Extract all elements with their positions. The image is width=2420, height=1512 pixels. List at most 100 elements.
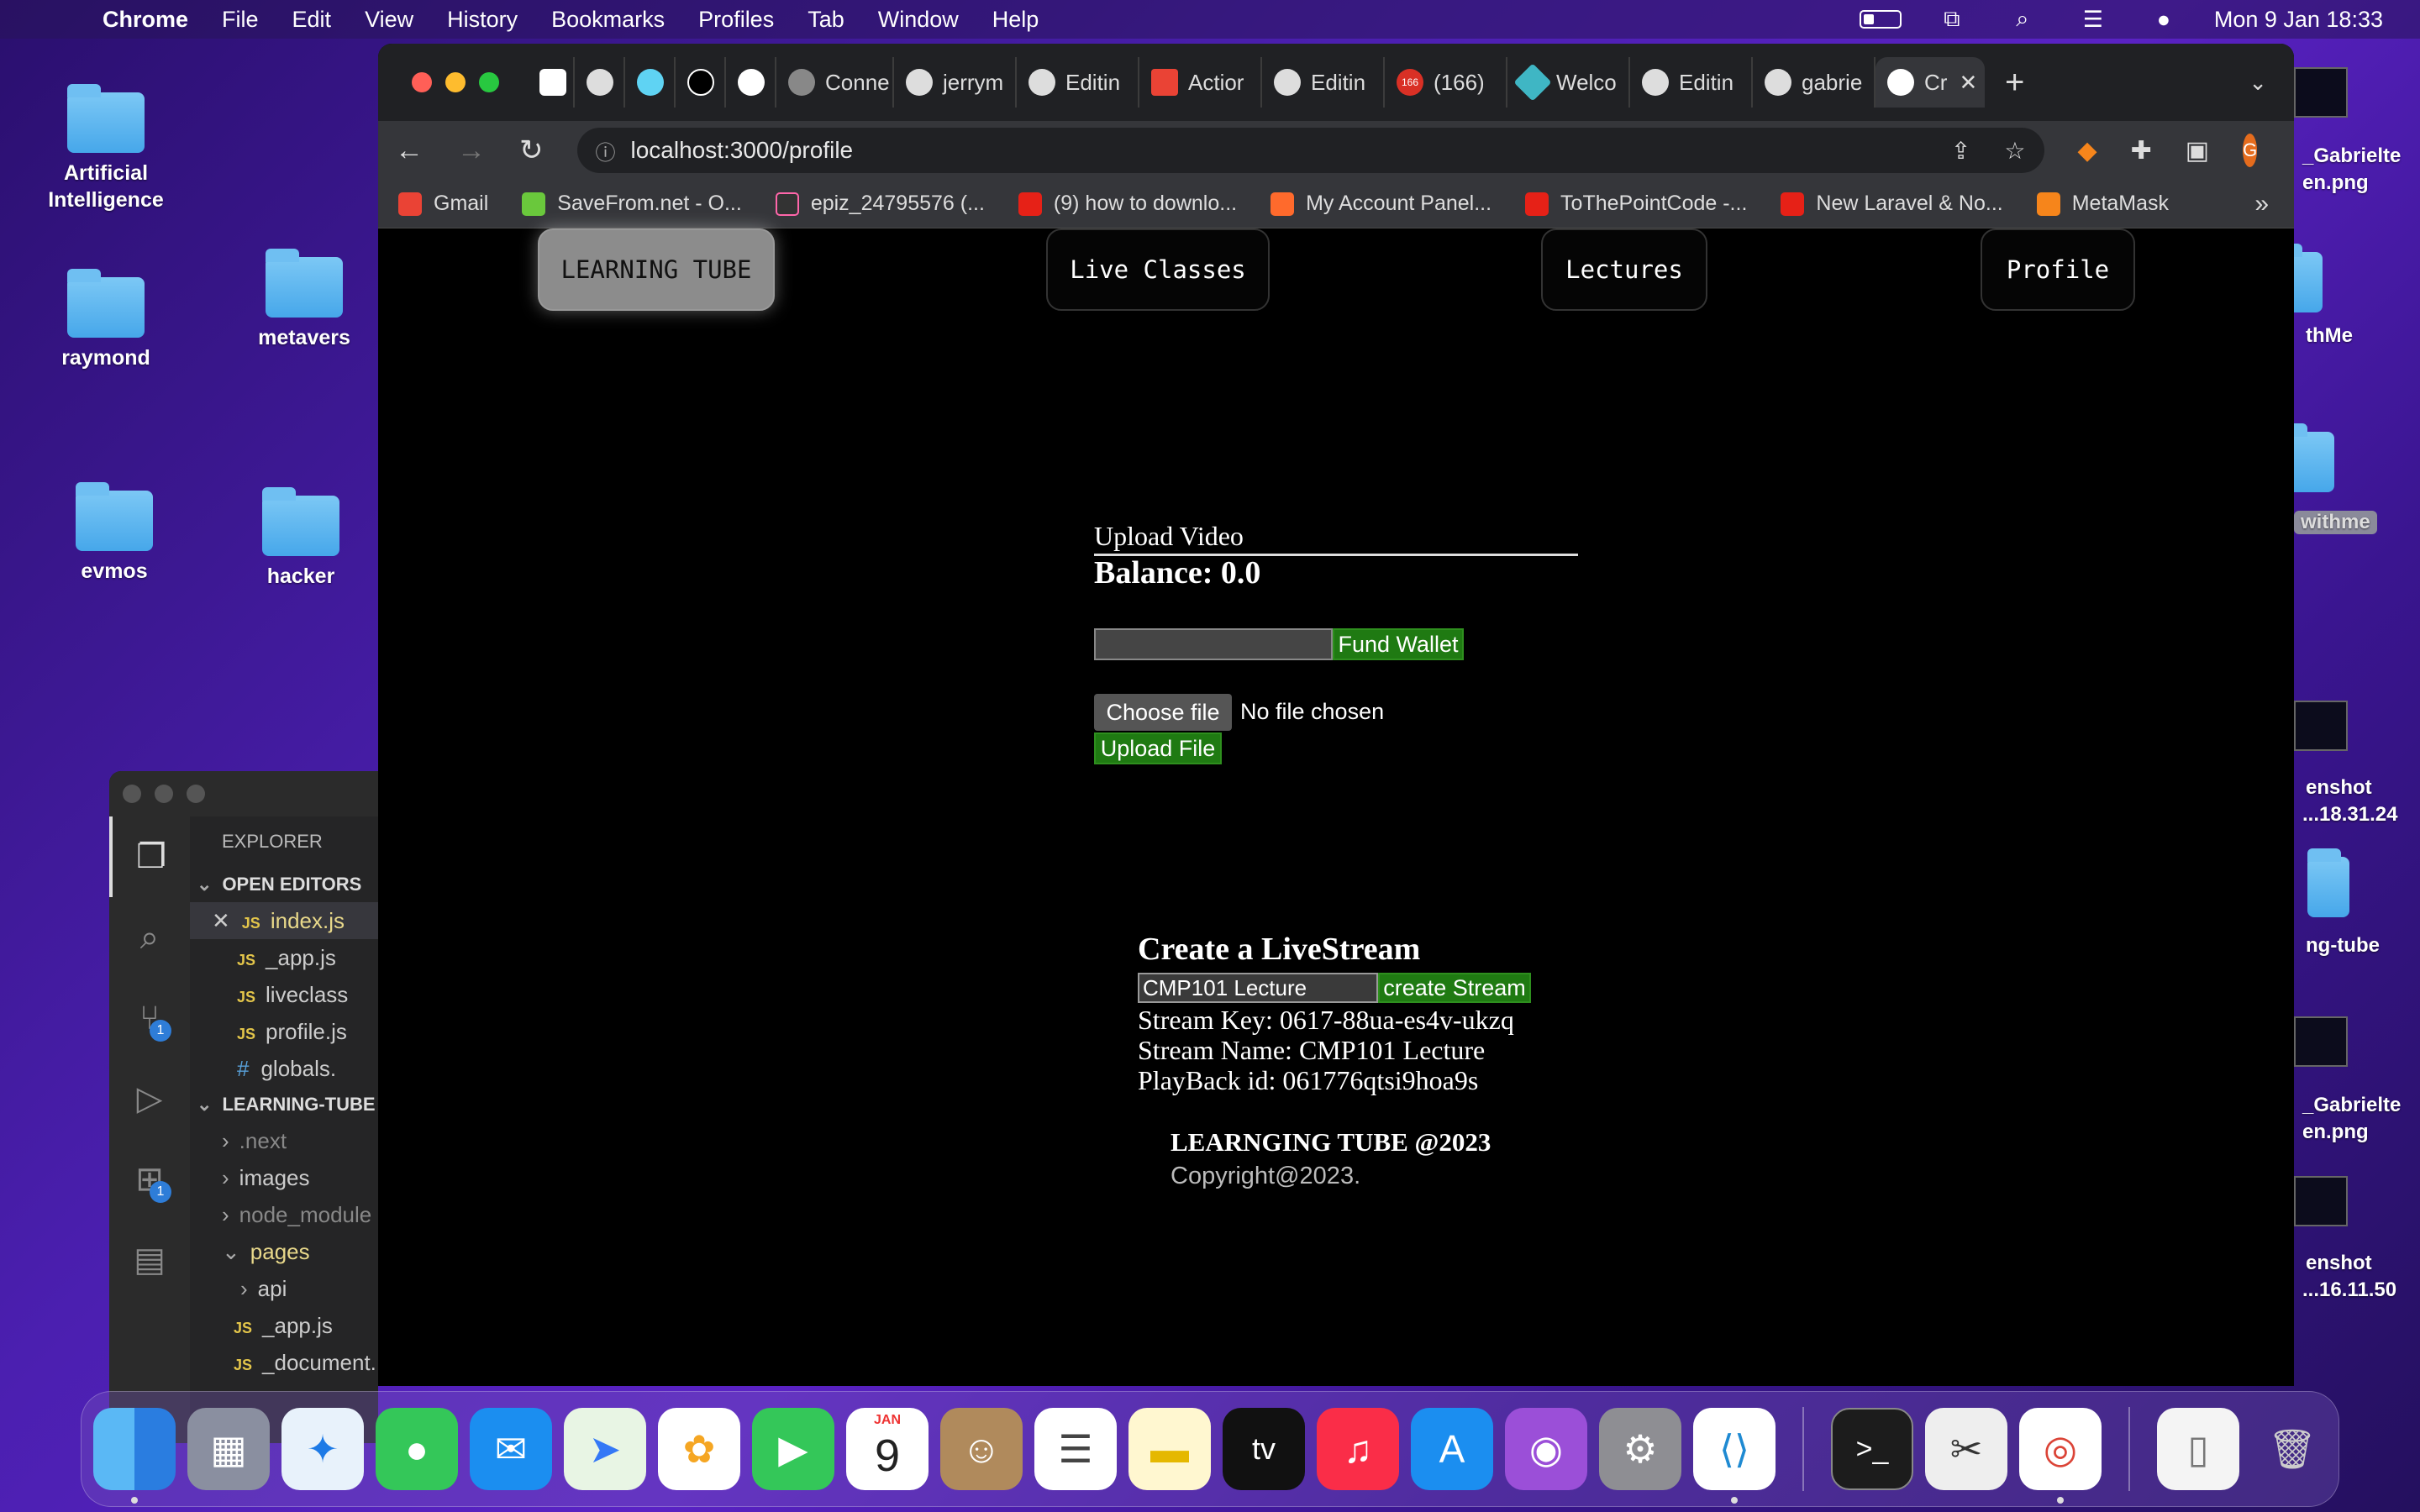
run-debug-icon[interactable]: ▷ bbox=[109, 1058, 190, 1139]
folder-icon[interactable] bbox=[2307, 848, 2349, 917]
bookmark-gmail[interactable]: Gmail bbox=[398, 192, 488, 216]
chrome-menu-icon[interactable]: ⋮ bbox=[2291, 134, 2294, 167]
menu-help[interactable]: Help bbox=[992, 7, 1039, 33]
open-editor-liveclass[interactable]: JS liveclass bbox=[190, 976, 378, 1013]
desktop-folder-hacker[interactable]: hacker bbox=[217, 487, 385, 590]
tab-editin-1[interactable]: Editin bbox=[1017, 57, 1139, 108]
menu-view[interactable]: View bbox=[365, 7, 413, 33]
photos-icon[interactable]: ✿ bbox=[658, 1408, 740, 1490]
bookmark-tothepointcode[interactable]: ToThePointCode -... bbox=[1525, 192, 1747, 216]
tab-pinned-github[interactable] bbox=[575, 57, 625, 108]
menu-file[interactable]: File bbox=[222, 7, 259, 33]
project-section[interactable]: ⌄ LEARNING-TUBE bbox=[190, 1087, 378, 1122]
open-editor-index-js[interactable]: ✕ JS index.js bbox=[190, 902, 378, 939]
site-info-icon[interactable]: ⓘ bbox=[596, 136, 616, 165]
search-icon[interactable]: ⌕ bbox=[109, 897, 190, 978]
stream-name-input[interactable]: CMP101 Lecture bbox=[1138, 973, 1378, 1003]
tab-welco[interactable]: Welco bbox=[1507, 57, 1630, 108]
explorer-icon[interactable]: ❐ bbox=[109, 816, 190, 897]
desktop-folder-metavers[interactable]: metavers bbox=[220, 249, 388, 351]
menu-edit[interactable]: Edit bbox=[292, 7, 332, 33]
tree-file-app-js[interactable]: JS _app.js bbox=[190, 1307, 378, 1344]
tab-pinned-react[interactable] bbox=[625, 57, 676, 108]
extensions-icon[interactable]: ⊞ 1 bbox=[109, 1139, 190, 1220]
contacts-icon[interactable]: ☺ bbox=[940, 1408, 1023, 1490]
nav-live-classes-button[interactable]: Live Classes bbox=[1046, 228, 1270, 311]
documents-stack-icon[interactable]: ▯ bbox=[2157, 1408, 2239, 1490]
minimize-window-button[interactable] bbox=[445, 72, 466, 92]
apple-tv-icon[interactable]: tv bbox=[1223, 1408, 1305, 1490]
source-control-icon[interactable]: ⑂ 1 bbox=[109, 978, 190, 1058]
safari-icon[interactable]: ✦ bbox=[281, 1408, 364, 1490]
address-bar[interactable]: ⓘ localhost:3000/profile ⇪ ☆ bbox=[576, 128, 2044, 173]
open-editor-globals[interactable]: # globals. bbox=[190, 1050, 378, 1087]
podcasts-icon[interactable]: ◉ bbox=[1505, 1408, 1587, 1490]
launchpad-icon[interactable]: ▦ bbox=[187, 1408, 270, 1490]
desktop-screenshot-thumbnail[interactable] bbox=[2294, 1016, 2348, 1067]
create-stream-button[interactable]: create Stream bbox=[1378, 973, 1531, 1003]
fund-wallet-button[interactable]: Fund Wallet bbox=[1333, 628, 1464, 660]
bookmarks-overflow-button[interactable]: » bbox=[2254, 190, 2269, 218]
desktop-folder-artificial-intelligence[interactable]: Artificial Intelligence bbox=[22, 84, 190, 213]
screen-mirroring-icon[interactable]: ⧉ bbox=[1932, 6, 1972, 31]
nav-profile-button[interactable]: Profile bbox=[1981, 228, 2135, 311]
vscode-icon[interactable]: ⟨⟩ bbox=[1693, 1408, 1776, 1504]
screenshot-tool-icon[interactable]: ✂ bbox=[1925, 1408, 2007, 1490]
open-editor-profile-js[interactable]: JS profile.js bbox=[190, 1013, 378, 1050]
tab-editin-2[interactable]: Editin bbox=[1262, 57, 1385, 108]
chrome-icon[interactable]: ◎ bbox=[2019, 1408, 2102, 1504]
forward-button[interactable]: → bbox=[457, 134, 486, 167]
notes-icon[interactable]: ▬ bbox=[1128, 1408, 1211, 1490]
url-text[interactable]: localhost:3000/profile bbox=[631, 137, 854, 164]
desktop-folder-raymond[interactable]: raymond bbox=[22, 269, 190, 371]
tab-conne[interactable]: Conne bbox=[776, 57, 894, 108]
control-center-icon[interactable]: ☰ bbox=[2073, 7, 2113, 32]
menu-window[interactable]: Window bbox=[878, 7, 959, 33]
desktop-folder-evmos[interactable]: evmos bbox=[30, 482, 198, 585]
choose-file-button[interactable]: Choose file bbox=[1094, 694, 1232, 731]
bookmark-account-panel[interactable]: My Account Panel... bbox=[1270, 192, 1491, 216]
bookmark-youtube-download[interactable]: (9) how to downlo... bbox=[1018, 192, 1237, 216]
maps-icon[interactable]: ➤ bbox=[564, 1408, 646, 1490]
desktop-screenshot-thumbnail[interactable] bbox=[2294, 701, 2348, 751]
bookmark-laravel[interactable]: New Laravel & No... bbox=[1781, 192, 2003, 216]
back-button[interactable]: ← bbox=[395, 134, 424, 167]
remote-explorer-icon[interactable]: ▤ bbox=[109, 1220, 190, 1300]
menu-bookmarks[interactable]: Bookmarks bbox=[551, 7, 665, 33]
share-icon[interactable]: ⇪ bbox=[1951, 137, 1970, 165]
app-store-icon[interactable]: A bbox=[1411, 1408, 1493, 1490]
reload-button[interactable]: ↻ bbox=[519, 134, 544, 167]
tree-folder-api[interactable]: › api bbox=[190, 1270, 378, 1307]
desktop-screenshot-thumbnail[interactable] bbox=[2294, 67, 2348, 118]
terminal-icon[interactable]: >_ bbox=[1831, 1408, 1913, 1490]
siri-icon[interactable]: ● bbox=[2144, 7, 2184, 32]
tab-active[interactable]: Cr ✕ bbox=[1876, 57, 1985, 108]
tab-jerrym[interactable]: jerrym bbox=[894, 57, 1017, 108]
upload-file-button[interactable]: Upload File bbox=[1094, 732, 1222, 764]
bookmark-metamask[interactable]: MetaMask bbox=[2036, 192, 2169, 216]
nav-brand-button[interactable]: LEARNING TUBE bbox=[538, 228, 775, 311]
tab-gabrie[interactable]: gabrie bbox=[1753, 57, 1876, 108]
menu-profiles[interactable]: Profiles bbox=[698, 7, 774, 33]
messages-icon[interactable]: ● bbox=[376, 1408, 458, 1490]
open-editor-app-js[interactable]: JS _app.js bbox=[190, 939, 378, 976]
bookmark-star-icon[interactable]: ☆ bbox=[2004, 137, 2025, 165]
desktop-screenshot-thumbnail[interactable] bbox=[2294, 1176, 2348, 1226]
bookmark-savefrom[interactable]: SaveFrom.net - O... bbox=[522, 192, 742, 216]
minimize-dot[interactable] bbox=[155, 785, 173, 803]
tab-pinned-next[interactable] bbox=[676, 57, 726, 108]
menubar-clock[interactable]: Mon 9 Jan 18:33 bbox=[2214, 7, 2383, 33]
search-icon[interactable]: ⌕ bbox=[2002, 6, 2043, 31]
music-icon[interactable]: ♫ bbox=[1317, 1408, 1399, 1490]
extensions-puzzle-icon[interactable]: ✚ bbox=[2131, 134, 2152, 167]
menu-tab[interactable]: Tab bbox=[808, 7, 844, 33]
bookmark-epiz[interactable]: epiz_24795576 (... bbox=[775, 192, 985, 216]
tree-folder-node-modules[interactable]: › node_module bbox=[190, 1196, 378, 1233]
tree-folder-next[interactable]: › .next bbox=[190, 1122, 378, 1159]
new-tab-button[interactable]: + bbox=[2005, 64, 2024, 102]
tab-166[interactable]: 166 (166) bbox=[1385, 57, 1507, 108]
calendar-icon[interactable]: JAN 9 bbox=[846, 1408, 929, 1490]
reminders-icon[interactable]: ☰ bbox=[1034, 1408, 1117, 1490]
tab-editin-3[interactable]: Editin bbox=[1630, 57, 1753, 108]
side-panel-icon[interactable]: ▣ bbox=[2186, 134, 2209, 167]
